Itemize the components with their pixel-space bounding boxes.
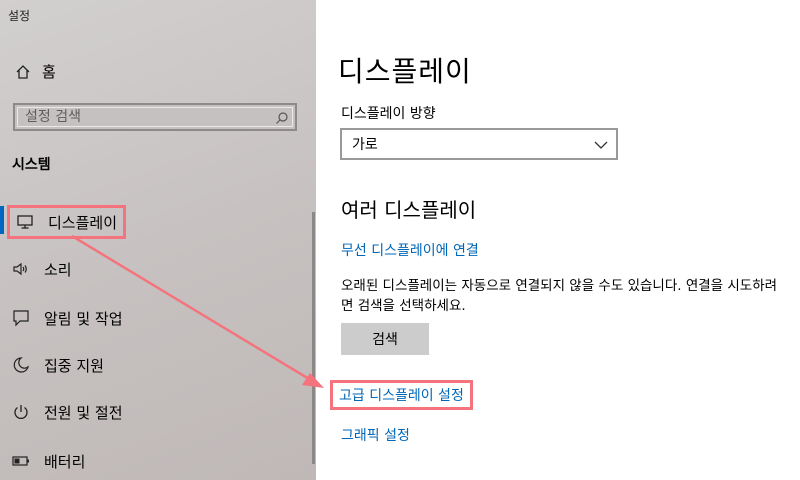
sidebar-item-label: 배터리 — [44, 452, 86, 471]
sidebar-item-sound[interactable]: 소리 — [12, 257, 72, 281]
chevron-down-icon — [594, 138, 608, 154]
active-indicator — [0, 206, 4, 234]
home-icon — [14, 63, 32, 81]
sidebar-item-label: 알림 및 작업 — [44, 309, 123, 328]
page-title: 디스플레이 — [338, 55, 472, 88]
power-icon — [12, 403, 30, 421]
sidebar-item-label: 집중 지원 — [44, 356, 104, 375]
orientation-label: 디스플레이 방향 — [341, 106, 436, 122]
sidebar-item-power[interactable]: 전원 및 절전 — [12, 400, 123, 424]
advanced-display-settings-highlight[interactable]: 고급 디스플레이 설정 — [330, 380, 473, 410]
section-title: 시스템 — [12, 157, 51, 173]
sidebar-item-label: 전원 및 절전 — [44, 403, 123, 422]
sidebar: 설정 홈 시스템 디스플레이 소리 알림 및 작업 — [0, 0, 316, 480]
message-icon — [12, 309, 30, 327]
search-box[interactable] — [13, 103, 297, 131]
speaker-icon — [12, 260, 30, 278]
wireless-display-link[interactable]: 무선 디스플레이에 연결 — [341, 240, 479, 260]
sidebar-scrollbar[interactable] — [312, 212, 315, 464]
window-title: 설정 — [8, 9, 31, 23]
moon-icon — [12, 356, 30, 374]
advanced-display-settings-link[interactable]: 고급 디스플레이 설정 — [339, 388, 464, 404]
graphics-settings-link[interactable]: 그래픽 설정 — [341, 425, 410, 445]
sidebar-item-focus-assist[interactable]: 집중 지원 — [12, 353, 104, 377]
home-label: 홈 — [42, 63, 56, 81]
detect-button[interactable]: 검색 — [341, 323, 429, 355]
search-icon[interactable] — [275, 110, 289, 124]
sidebar-item-label: 디스플레이 — [48, 213, 118, 232]
monitor-icon — [16, 213, 34, 231]
battery-icon — [12, 452, 30, 470]
search-input[interactable] — [25, 107, 265, 127]
sidebar-item-battery[interactable]: 배터리 — [12, 449, 85, 473]
detect-description: 오래된 디스플레이는 자동으로 연결되지 않을 수도 있습니다. 연결을 시도하… — [341, 278, 778, 314]
orientation-value: 가로 — [352, 137, 378, 153]
sidebar-item-notifications[interactable]: 알림 및 작업 — [12, 306, 123, 330]
sidebar-item-label: 소리 — [44, 260, 72, 279]
sidebar-item-display[interactable]: 디스플레이 — [7, 205, 127, 239]
sidebar-home[interactable]: 홈 — [14, 61, 56, 82]
orientation-dropdown[interactable]: 가로 — [340, 128, 618, 160]
multiple-displays-heading: 여러 디스플레이 — [341, 198, 477, 222]
